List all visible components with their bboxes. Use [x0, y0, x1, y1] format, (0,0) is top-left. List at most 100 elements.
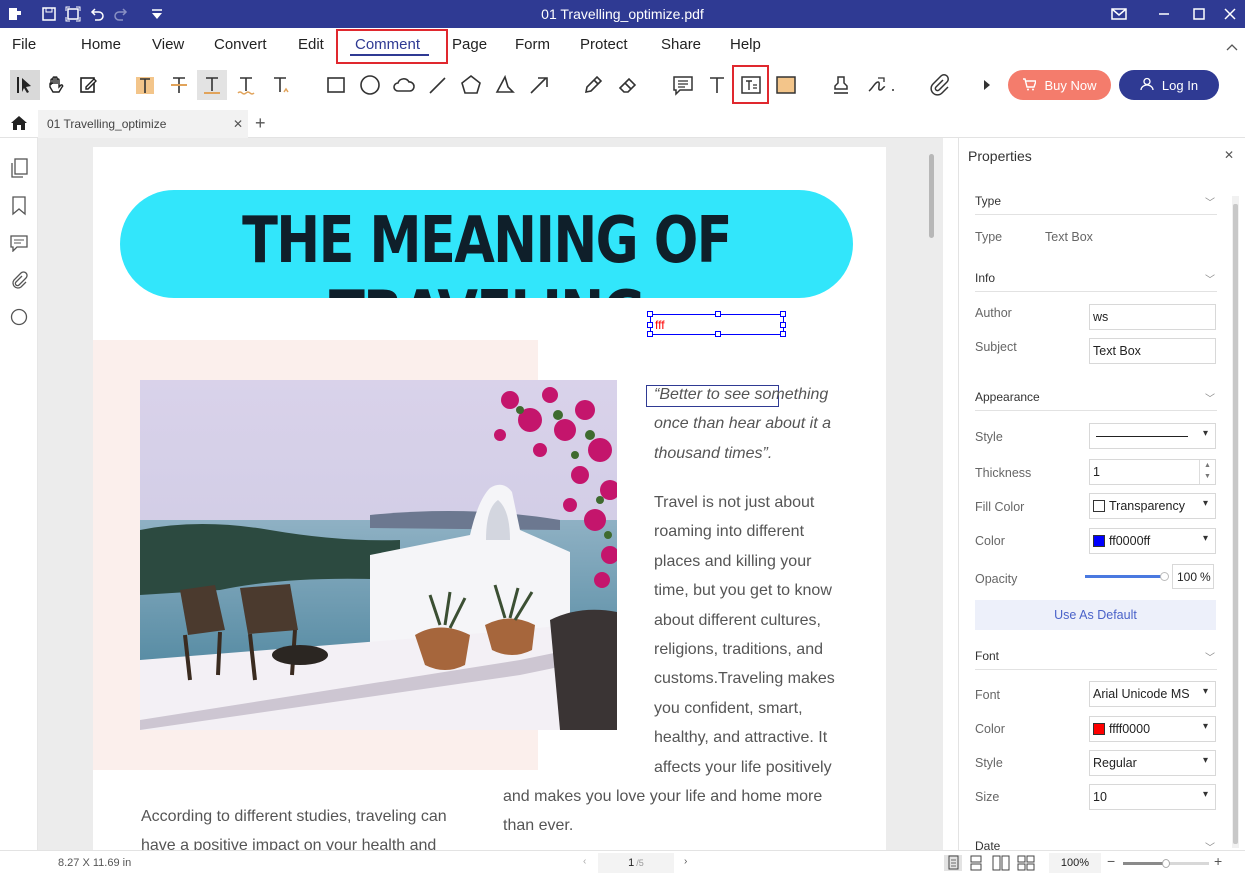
zoom-field[interactable]: 100% — [1049, 853, 1101, 873]
mail-icon[interactable] — [1110, 5, 1128, 23]
two-page-view-icon[interactable] — [992, 855, 1010, 874]
menu-protect[interactable]: Protect — [580, 36, 628, 53]
resize-handle[interactable] — [780, 331, 786, 337]
area-highlight-icon[interactable] — [771, 70, 801, 100]
opacity-slider-thumb[interactable] — [1160, 572, 1169, 581]
minimize-icon[interactable] — [1155, 5, 1173, 23]
zoom-slider[interactable] — [1123, 859, 1209, 868]
menu-page[interactable]: Page — [452, 36, 487, 53]
zoom-slider-thumb[interactable] — [1162, 859, 1170, 868]
close-window-icon[interactable] — [1221, 5, 1239, 23]
menu-edit[interactable]: Edit — [298, 36, 324, 53]
buy-now-button[interactable]: Buy Now — [1008, 70, 1111, 100]
menu-convert[interactable]: Convert — [214, 36, 267, 53]
zoom-in-icon[interactable]: + — [1214, 853, 1222, 869]
next-page-icon[interactable]: › — [684, 856, 687, 867]
font-style-select[interactable]: Regular ▾ — [1089, 750, 1216, 776]
search-panel-icon[interactable] — [10, 308, 28, 329]
info-section-header[interactable]: Info ﹀ — [975, 271, 1217, 292]
resize-handle[interactable] — [647, 311, 653, 317]
type-section-header[interactable]: Type ﹀ — [975, 194, 1217, 215]
comments-panel-icon[interactable] — [10, 234, 28, 255]
stamp-icon[interactable] — [826, 70, 856, 100]
fill-color-select[interactable]: Transparency ▾ — [1089, 493, 1216, 519]
opacity-slider[interactable] — [1085, 572, 1169, 581]
rectangle-icon[interactable] — [321, 70, 351, 100]
close-tab-icon[interactable]: ✕ — [233, 117, 243, 131]
previous-page-icon[interactable]: ‹ — [583, 856, 586, 867]
resize-handle[interactable] — [715, 331, 721, 337]
squiggly-icon[interactable] — [231, 70, 261, 100]
menu-comment[interactable]: Comment — [355, 36, 420, 53]
edit-comment-icon[interactable] — [73, 70, 103, 100]
insert-text-icon[interactable] — [266, 70, 296, 100]
typewriter-icon[interactable] — [702, 70, 732, 100]
thickness-stepper[interactable]: 1 ▲ ▼ — [1089, 459, 1216, 485]
collapse-ribbon-icon[interactable] — [1226, 40, 1238, 55]
border-color-select[interactable]: ff0000ff ▾ — [1089, 528, 1216, 554]
text-box-content[interactable]: fff — [655, 318, 665, 332]
subject-field[interactable]: Text Box — [1089, 338, 1216, 364]
resize-handle[interactable] — [780, 322, 786, 328]
author-field[interactable]: ws — [1089, 304, 1216, 330]
oval-icon[interactable] — [355, 70, 385, 100]
vertical-scrollbar[interactable] — [929, 154, 934, 238]
use-as-default-button[interactable]: Use As Default — [975, 600, 1216, 630]
menu-share[interactable]: Share — [661, 36, 701, 53]
continuous-view-icon[interactable] — [968, 855, 984, 874]
panel-scrollbar-thumb[interactable] — [1233, 204, 1238, 844]
hand-tool-icon[interactable] — [41, 70, 71, 100]
pencil-icon[interactable] — [578, 70, 608, 100]
resize-handle[interactable] — [715, 311, 721, 317]
resize-handle[interactable] — [647, 331, 653, 337]
menu-home[interactable]: Home — [81, 36, 121, 53]
attachments-panel-icon[interactable] — [10, 271, 28, 294]
polyline-icon[interactable] — [490, 70, 520, 100]
note-icon[interactable] — [668, 70, 698, 100]
log-in-button[interactable]: Log In — [1119, 70, 1219, 100]
attachment-icon[interactable] — [924, 70, 954, 100]
page-number-field[interactable]: 1/5 — [598, 853, 674, 873]
cloud-icon[interactable] — [389, 70, 419, 100]
resize-handle[interactable] — [780, 311, 786, 317]
select-tool-icon[interactable] — [10, 70, 40, 100]
document-tab[interactable]: 01 Travelling_optimize ✕ — [38, 110, 248, 138]
polygon-icon[interactable] — [456, 70, 486, 100]
font-color-select[interactable]: ffff0000 ▾ — [1089, 716, 1216, 742]
eraser-icon[interactable] — [613, 70, 643, 100]
close-panel-icon[interactable]: ✕ — [1224, 148, 1234, 162]
more-tools-arrow-icon[interactable] — [980, 70, 994, 100]
font-section-header[interactable]: Font ﹀ — [975, 649, 1217, 670]
bookmark-icon[interactable] — [11, 196, 27, 219]
font-family-select[interactable]: Arial Unicode MS ▾ — [1089, 681, 1216, 707]
arrow-icon[interactable] — [524, 70, 554, 100]
signature-dropdown-icon[interactable] — [862, 70, 900, 100]
maximize-icon[interactable] — [1190, 5, 1208, 23]
home-icon[interactable] — [10, 115, 28, 134]
menu-file[interactable]: File — [12, 36, 36, 53]
menu-form[interactable]: Form — [515, 36, 550, 53]
text-box-tool-icon[interactable] — [736, 70, 766, 100]
resize-handle[interactable] — [647, 322, 653, 328]
chevron-down-icon: ▾ — [1202, 721, 1208, 732]
thumbnails-icon[interactable] — [10, 158, 28, 181]
line-style-select[interactable]: ▾ — [1089, 423, 1216, 449]
two-page-continuous-icon[interactable] — [1017, 855, 1035, 874]
strikethrough-icon[interactable] — [164, 70, 194, 100]
underline-icon[interactable] — [197, 70, 227, 100]
single-page-view-icon[interactable] — [944, 855, 962, 871]
font-size-select[interactable]: 10 ▾ — [1089, 784, 1216, 810]
zoom-out-icon[interactable]: − — [1107, 853, 1115, 869]
panel-scrollbar[interactable] — [1232, 196, 1239, 848]
new-tab-icon[interactable]: + — [255, 113, 266, 134]
line-icon[interactable] — [422, 70, 452, 100]
menu-view[interactable]: View — [152, 36, 184, 53]
highlight-icon[interactable] — [130, 70, 160, 100]
stepper-arrows-icon[interactable]: ▲ ▼ — [1199, 460, 1215, 484]
subject-label: Subject — [975, 340, 1017, 354]
opacity-field[interactable]: 100% — [1172, 564, 1214, 589]
appearance-section-header[interactable]: Appearance ﹀ — [975, 390, 1217, 411]
menu-help[interactable]: Help — [730, 36, 761, 53]
text-box-annotation[interactable]: fff — [647, 311, 786, 337]
chevron-down-icon: ▾ — [1202, 498, 1208, 509]
